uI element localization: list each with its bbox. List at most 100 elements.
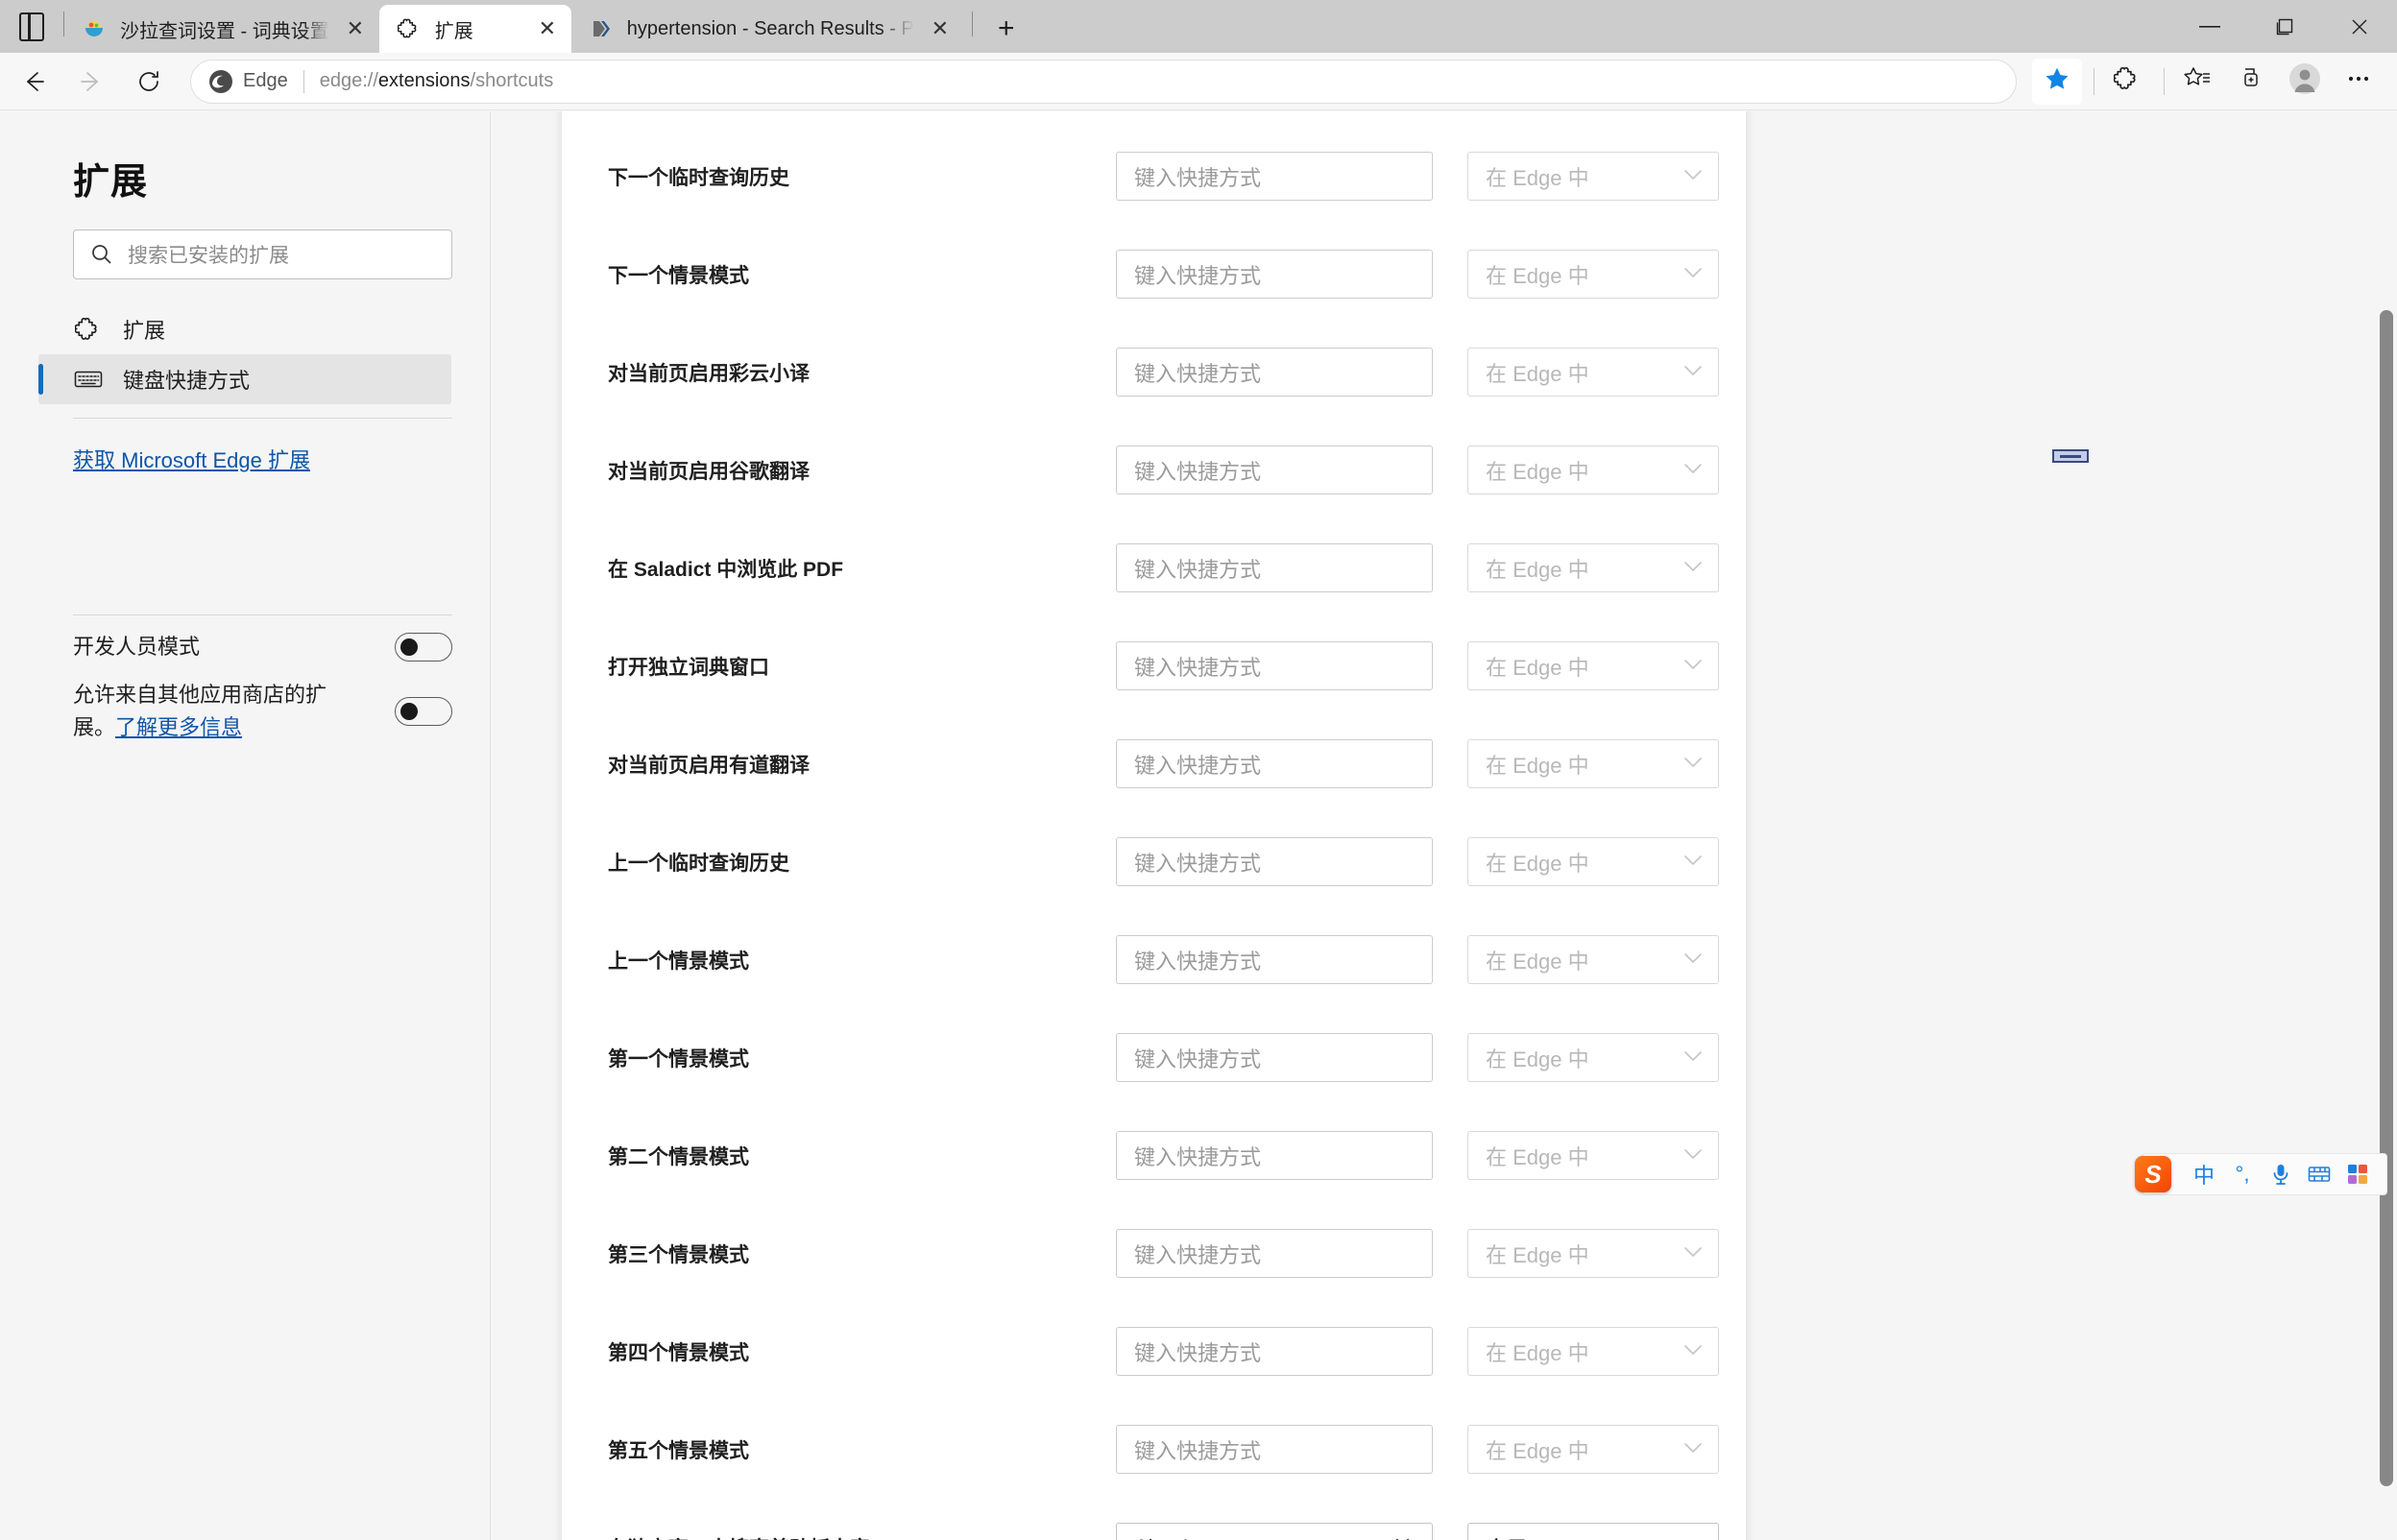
floating-mini-widget[interactable] <box>2052 449 2089 463</box>
maximize-button[interactable] <box>2247 0 2322 53</box>
toolbar-separator-2 <box>2164 67 2165 95</box>
shortcut-key-placeholder: 键入快捷方式 <box>1134 361 1262 386</box>
row-spacer <box>562 1180 1746 1229</box>
edge-addons-store-link[interactable]: 获取 Microsoft Edge 扩展 <box>73 444 451 474</box>
shortcut-key-input[interactable]: 键入快捷方式 <box>1116 1327 1433 1376</box>
shortcut-scope-select[interactable]: 在 Edge 中 <box>1467 935 1719 984</box>
other-stores-toggle[interactable] <box>395 697 452 727</box>
shortcut-key-placeholder: 键入快捷方式 <box>1134 1242 1262 1267</box>
shortcut-scope-select[interactable]: 在 Edge 中 <box>1467 1425 1719 1474</box>
close-window-button[interactable] <box>2322 0 2397 53</box>
shortcut-scope-select[interactable]: 在 Edge 中 <box>1467 543 1719 592</box>
shortcut-key-input[interactable]: 键入快捷方式 <box>1116 935 1433 984</box>
profile-button[interactable] <box>2280 59 2330 105</box>
page-title: 扩展 <box>73 162 149 203</box>
other-stores-label: 允许来自其他应用商店的扩展。了解更多信息 <box>73 679 351 744</box>
shortcut-scope-select[interactable]: 在 Edge 中 <box>1467 1033 1719 1082</box>
edge-logo-icon <box>208 69 233 94</box>
minimize-button[interactable] <box>2172 0 2247 53</box>
shortcut-key-input[interactable]: 键入快捷方式 <box>1116 1131 1433 1180</box>
browser-tab-2[interactable]: hypertension - Search Results - P ✕ <box>570 5 964 53</box>
search-placeholder: 搜索已安装的扩展 <box>128 245 289 267</box>
shortcut-command-label: 上一个临时查询历史 <box>608 852 789 875</box>
clear-shortcut-button[interactable]: ✕ <box>1391 1535 1415 1540</box>
shortcut-key-placeholder: 键入快捷方式 <box>1134 1340 1262 1365</box>
shortcut-scope-select[interactable]: 在 Edge 中 <box>1467 739 1719 788</box>
shortcut-key-input[interactable]: 键入快捷方式 <box>1116 1229 1433 1278</box>
sogou-logo-icon[interactable]: S <box>2135 1156 2171 1192</box>
browser-tab-1[interactable]: 扩展 ✕ <box>378 5 571 53</box>
sidebar-nav: 扩展 键盘快捷方式 <box>38 304 451 404</box>
tab-search-button[interactable] <box>0 0 63 53</box>
soft-keyboard-icon[interactable] <box>2300 1158 2338 1191</box>
sidebar-item-extensions[interactable]: 扩展 <box>38 304 451 354</box>
sidebar-item-label: 扩展 <box>123 319 166 343</box>
more-options-button[interactable] <box>2334 59 2384 105</box>
shortcut-key-input[interactable]: 键入快捷方式 <box>1116 739 1433 788</box>
developer-mode-toggle[interactable] <box>395 633 452 662</box>
favorites-list-icon <box>2183 65 2212 97</box>
tab-close-button[interactable]: ✕ <box>924 12 956 45</box>
shortcut-key-input[interactable]: Alt + L✕ <box>1116 1523 1433 1540</box>
forward-button[interactable] <box>67 58 115 106</box>
shortcut-scope-select[interactable]: 在 Edge 中 <box>1467 837 1719 886</box>
star-filled-icon <box>2044 65 2070 97</box>
tab-close-button[interactable]: ✕ <box>339 12 372 45</box>
shortcut-row: 第一个情景模式 键入快捷方式 在 Edge 中 <box>562 1033 1746 1082</box>
back-button[interactable] <box>10 58 58 106</box>
shortcut-scope-select[interactable]: 在 Edge 中 <box>1467 348 1719 397</box>
shortcut-key-value: Alt + L <box>1134 1535 1391 1540</box>
new-tab-button[interactable]: + <box>986 9 1027 49</box>
favorites-button[interactable] <box>2172 59 2222 105</box>
shortcut-row: 在独立窗口中搜索剪贴板内容Alt + L✕全局 <box>562 1523 1746 1540</box>
shortcut-scope-select[interactable]: 在 Edge 中 <box>1467 1229 1719 1278</box>
shortcut-key-input[interactable]: 键入快捷方式 <box>1116 1425 1433 1474</box>
shortcut-key-input[interactable]: 键入快捷方式 <box>1116 250 1433 299</box>
favorite-button[interactable] <box>2032 58 2082 105</box>
shortcut-key-input[interactable]: 键入快捷方式 <box>1116 641 1433 690</box>
browser-tab-0[interactable]: 沙拉查词设置 - 词典设置 ✕ <box>64 5 379 53</box>
shortcut-key-input[interactable]: 键入快捷方式 <box>1116 445 1433 494</box>
other-stores-learn-more-link[interactable]: 了解更多信息 <box>115 715 242 739</box>
address-bar[interactable]: Edge edge://extensions/shortcuts <box>190 59 2017 104</box>
pubmed-icon <box>589 16 614 41</box>
shortcut-row: 对当前页启用谷歌翻译 键入快捷方式 在 Edge 中 <box>562 445 1746 494</box>
chevron-down-icon <box>1683 1441 1703 1458</box>
shortcut-key-input[interactable]: 键入快捷方式 <box>1116 152 1433 201</box>
shortcut-row: 在 Saladict 中浏览此 PDF 键入快捷方式 在 Edge 中 <box>562 543 1746 592</box>
tab-title: 沙拉查词设置 - 词典设置 <box>120 20 329 42</box>
shortcut-scope-select[interactable]: 在 Edge 中 <box>1467 152 1719 201</box>
shortcut-scope-select[interactable]: 在 Edge 中 <box>1467 1131 1719 1180</box>
page-scrollbar[interactable] <box>2376 111 2397 1540</box>
shortcut-command-label: 对当前页启用谷歌翻译 <box>608 460 810 483</box>
search-input[interactable]: 搜索已安装的扩展 <box>73 229 452 279</box>
reload-button[interactable] <box>125 58 173 106</box>
shortcut-scope-select[interactable]: 在 Edge 中 <box>1467 641 1719 690</box>
shortcut-key-input[interactable]: 键入快捷方式 <box>1116 837 1433 886</box>
shortcut-row: 打开独立词典窗口 键入快捷方式 在 Edge 中 <box>562 641 1746 690</box>
shortcut-scope-select[interactable]: 全局 <box>1467 1523 1719 1540</box>
shortcut-key-input[interactable]: 键入快捷方式 <box>1116 543 1433 592</box>
chevron-down-icon <box>1683 951 1703 969</box>
sogou-ime-toolbar[interactable]: S 中 °, <box>2135 1153 2387 1195</box>
shortcut-key-input[interactable]: 键入快捷方式 <box>1116 348 1433 397</box>
shortcut-scope-select[interactable]: 在 Edge 中 <box>1467 445 1719 494</box>
shortcut-command-label: 对当前页启用彩云小译 <box>608 362 810 385</box>
shortcut-command-label: 第四个情景模式 <box>608 1341 749 1364</box>
shortcut-key-input[interactable]: 键入快捷方式 <box>1116 1033 1433 1082</box>
shortcut-key-placeholder: 键入快捷方式 <box>1134 165 1262 190</box>
shortcut-scope-placeholder: 在 Edge 中 <box>1486 459 1589 484</box>
scrollbar-thumb[interactable] <box>2380 310 2393 1486</box>
toolbox-icon[interactable] <box>2338 1158 2377 1191</box>
microphone-icon[interactable] <box>2262 1158 2300 1191</box>
shortcut-scope-select[interactable]: 在 Edge 中 <box>1467 1327 1719 1376</box>
tab-close-button[interactable]: ✕ <box>531 12 564 45</box>
shortcut-scope-select[interactable]: 在 Edge 中 <box>1467 250 1719 299</box>
sidebar-item-keyboard-shortcuts[interactable]: 键盘快捷方式 <box>38 354 451 404</box>
chevron-down-icon <box>1683 462 1703 479</box>
extensions-button[interactable] <box>2102 59 2152 105</box>
punctuation-icon[interactable]: °, <box>2223 1158 2262 1191</box>
collections-button[interactable] <box>2226 59 2276 105</box>
chinese-mode-icon[interactable]: 中 <box>2185 1158 2223 1191</box>
browser-toolbar: Edge edge://extensions/shortcuts <box>0 53 2397 110</box>
